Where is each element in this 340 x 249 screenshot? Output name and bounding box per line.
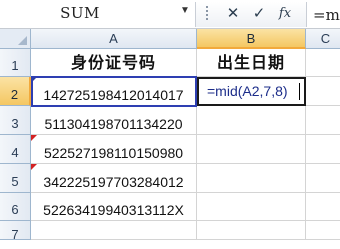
column-header-c[interactable]: C xyxy=(306,29,340,49)
row-header-5[interactable]: 5 xyxy=(0,164,31,193)
cell-a5[interactable]: 342225197703284012 xyxy=(31,164,197,193)
active-cell-b2[interactable]: =mid(A2,7,8) xyxy=(197,77,306,106)
cell-b5[interactable] xyxy=(197,164,306,193)
insert-function-button[interactable]: fx xyxy=(274,3,296,25)
cell-a4-value: 522527198110150980 xyxy=(43,145,184,161)
cell-b3[interactable] xyxy=(197,106,306,135)
error-indicator-icon xyxy=(31,135,37,141)
cell-a7[interactable] xyxy=(31,221,197,240)
cell-a6[interactable]: 52263419940313112X xyxy=(31,193,197,221)
text-cursor xyxy=(299,83,300,100)
cell-c7[interactable] xyxy=(306,221,340,240)
row-header-6[interactable]: 6 xyxy=(0,193,31,221)
cell-a5-value: 342225197703284012 xyxy=(43,174,184,190)
error-indicator-icon xyxy=(31,164,37,170)
formula-input[interactable]: =mi xyxy=(306,2,340,27)
cell-c5[interactable] xyxy=(306,164,340,193)
cell-a3-value: 511304198701134220 xyxy=(44,116,183,132)
column-header-a[interactable]: A xyxy=(31,29,197,49)
select-all-button[interactable] xyxy=(0,29,31,49)
error-indicator-icon xyxy=(31,77,37,83)
cell-a4[interactable]: 522527198110150980 xyxy=(31,135,197,164)
cell-a1[interactable]: 身份证号码 xyxy=(31,49,197,77)
cell-c4[interactable] xyxy=(306,135,340,164)
formula-input-text: =mi xyxy=(313,6,340,24)
cell-c6[interactable] xyxy=(306,193,340,221)
cell-a6-value: 52263419940313112X xyxy=(43,202,184,218)
cancel-button[interactable]: ✕ xyxy=(222,3,244,25)
select-all-icon xyxy=(18,36,27,45)
grip-handle-icon[interactable] xyxy=(199,3,215,25)
row-header-1[interactable]: 1 xyxy=(0,49,31,77)
row-header-3[interactable]: 3 xyxy=(0,106,31,135)
name-box-value[interactable]: SUM xyxy=(0,4,160,22)
active-cell-formula: =mid(A2,7,8) xyxy=(207,83,288,99)
cell-b7[interactable] xyxy=(197,221,306,240)
cell-c3[interactable] xyxy=(306,106,340,135)
row-header-7[interactable]: 7 xyxy=(0,221,31,242)
cell-c2[interactable] xyxy=(306,77,340,106)
cell-a2-value: 142725198412014017 xyxy=(43,87,184,103)
cell-b4[interactable] xyxy=(197,135,306,164)
row-header-2[interactable]: 2 xyxy=(0,77,31,106)
cell-a3[interactable]: 511304198701134220 xyxy=(31,106,197,135)
cell-c1[interactable] xyxy=(306,49,340,77)
chevron-down-icon[interactable]: ▼ xyxy=(180,5,190,16)
cell-b6[interactable] xyxy=(197,193,306,221)
cell-a2[interactable]: 142725198412014017 xyxy=(31,77,197,106)
enter-button[interactable]: ✓ xyxy=(248,3,270,25)
column-header-b[interactable]: B xyxy=(197,29,306,49)
cell-b1[interactable]: 出生日期 xyxy=(197,49,306,77)
row-header-4[interactable]: 4 xyxy=(0,135,31,164)
